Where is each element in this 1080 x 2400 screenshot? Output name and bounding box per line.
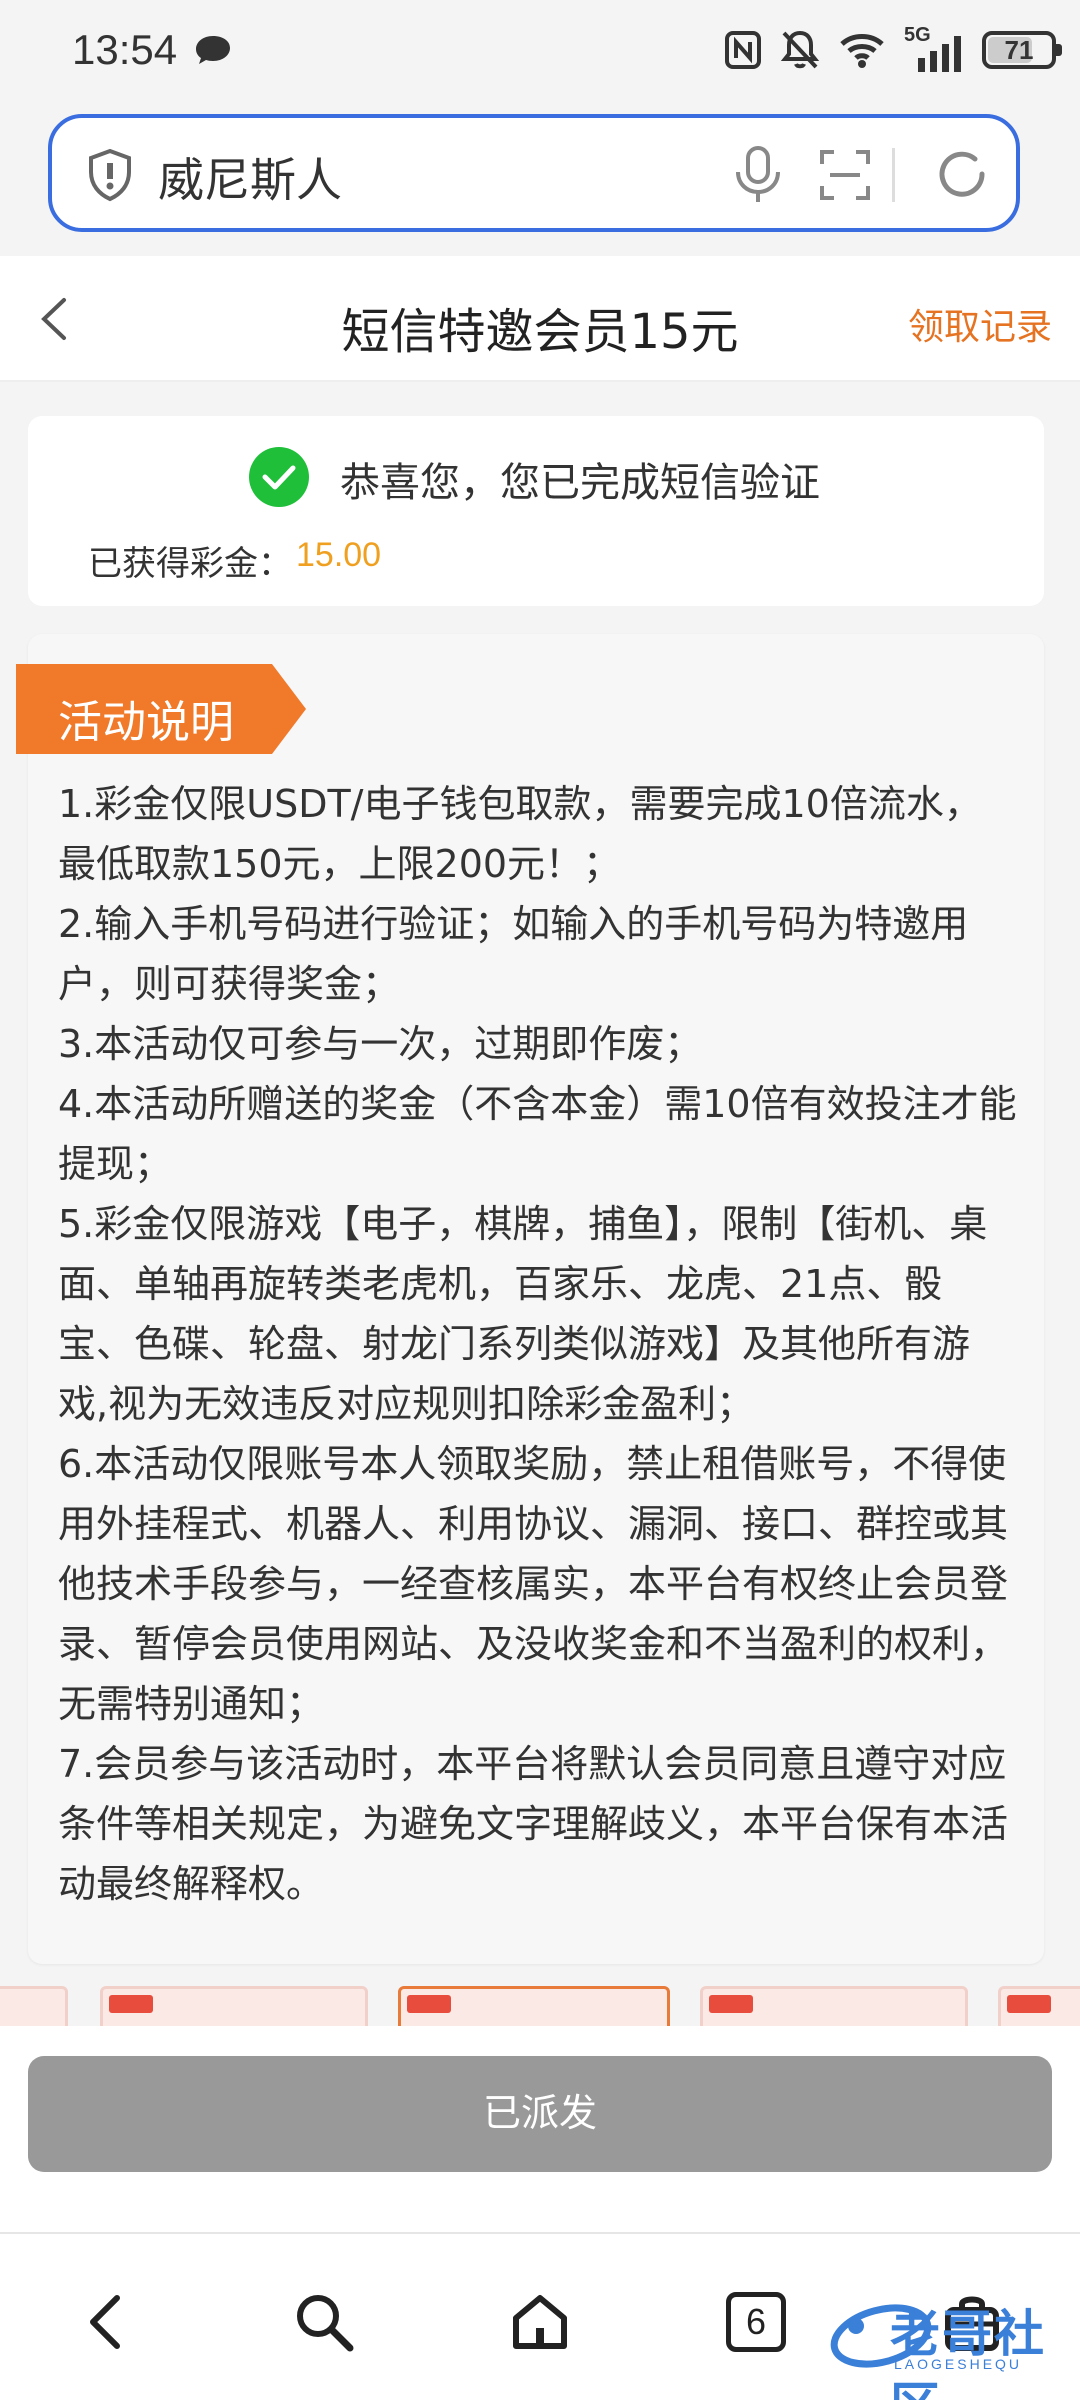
chat-bubble-icon bbox=[196, 36, 230, 64]
dispatched-button[interactable]: 已派发 bbox=[28, 2056, 1052, 2172]
battery-icon: 71 bbox=[982, 31, 1062, 69]
mute-bell-icon bbox=[780, 30, 820, 69]
nav-tabs-button[interactable]: 6 bbox=[716, 2282, 796, 2362]
microphone-icon[interactable] bbox=[730, 144, 786, 206]
success-message: 恭喜您，您已完成短信验证 bbox=[340, 460, 820, 506]
claim-records-link[interactable]: 领取记录 bbox=[908, 298, 1052, 350]
activity-rule: 1.彩金仅限USDT/电子钱包取款，需要完成10倍流水，最低取款150元，上限2… bbox=[58, 782, 982, 886]
promo-thumbnail[interactable] bbox=[998, 1986, 1080, 2026]
nav-back-button[interactable] bbox=[66, 2282, 146, 2362]
promo-thumbnail[interactable] bbox=[700, 1986, 968, 2026]
activity-description-card: 活动说明 1.彩金仅限USDT/电子钱包取款，需要完成10倍流水，最低取款150… bbox=[16, 634, 1044, 1964]
activity-rule: 3.本活动仅可参与一次，过期即作废； bbox=[58, 1022, 703, 1066]
status-icons: 5G 71 bbox=[724, 24, 1062, 72]
cellular-signal-icon: 5G bbox=[904, 24, 964, 72]
action-area: 已派发 bbox=[0, 2026, 1080, 2232]
search-icon bbox=[297, 2295, 354, 2352]
activity-rule: 2.输入手机号码进行验证；如输入的手机号码为特邀用户，则可获得奖金； bbox=[58, 902, 969, 1006]
page-header: 短信特邀会员15元 领取记录 bbox=[0, 256, 1080, 382]
activity-title: 活动说明 bbox=[58, 697, 234, 748]
hot-tag bbox=[109, 1995, 153, 2013]
promo-thumbnail[interactable] bbox=[100, 1986, 368, 2026]
activity-rules: 1.彩金仅限USDT/电子钱包取款，需要完成10倍流水，最低取款150元，上限2… bbox=[58, 774, 1018, 1914]
status-time: 13:54 bbox=[72, 26, 178, 73]
activity-rule: 5.彩金仅限游戏【电子，棋牌，捕鱼】，限制【街机、桌面、单轴再旋转类老虎机，百家… bbox=[58, 1202, 988, 1426]
watermark-subtext: LAOGESHEQU bbox=[894, 2356, 1023, 2372]
check-circle-icon bbox=[249, 447, 309, 507]
home-icon bbox=[513, 2295, 567, 2349]
promo-thumbnail-strip[interactable] bbox=[0, 1986, 1080, 2026]
activity-rule: 6.本活动仅限账号本人领取奖励，禁止租借账号，不得使用外挂程式、机器人、利用协议… bbox=[58, 1442, 1009, 1726]
battery-percent: 71 bbox=[1004, 35, 1034, 65]
bonus-value: 15.00 bbox=[296, 536, 382, 574]
verification-success-card: 恭喜您，您已完成短信验证 已获得彩金： 15.00 bbox=[28, 416, 1044, 606]
promo-thumbnail[interactable] bbox=[398, 1986, 670, 2026]
bonus-label: 已获得彩金： bbox=[88, 544, 292, 584]
promo-thumbnail[interactable] bbox=[0, 1986, 68, 2026]
watermark-logo: 老哥社区 LAOGESHEQU bbox=[826, 2286, 1066, 2400]
wifi-icon bbox=[840, 34, 884, 68]
nav-search-button[interactable] bbox=[284, 2282, 364, 2362]
address-text[interactable]: 威尼斯人 bbox=[158, 144, 342, 210]
watermark-text: 老哥社区 bbox=[890, 2305, 1046, 2400]
divider bbox=[892, 148, 895, 202]
shield-icon[interactable] bbox=[86, 148, 134, 202]
hot-tag bbox=[709, 1995, 753, 2013]
tabs-count-icon: 6 bbox=[726, 2292, 786, 2352]
refresh-icon[interactable] bbox=[930, 142, 994, 206]
back-icon bbox=[90, 2295, 120, 2349]
nfc-icon bbox=[725, 31, 761, 69]
activity-rule: 7.会员参与该活动时，本平台将默认会员同意且遵守对应条件等相关规定，为避免文字理… bbox=[58, 1742, 1009, 1906]
scan-icon[interactable] bbox=[818, 148, 872, 202]
nav-home-button[interactable] bbox=[500, 2282, 580, 2362]
status-bar: 13:54 5G 71 bbox=[0, 0, 1080, 100]
address-bar[interactable]: 威尼斯人 bbox=[48, 114, 1020, 232]
hot-tag bbox=[1007, 1995, 1051, 2013]
activity-rule: 4.本活动所赠送的奖金（不含本金）需10倍有效投注才能提现； bbox=[58, 1082, 1017, 1186]
hot-tag bbox=[407, 1995, 451, 2013]
